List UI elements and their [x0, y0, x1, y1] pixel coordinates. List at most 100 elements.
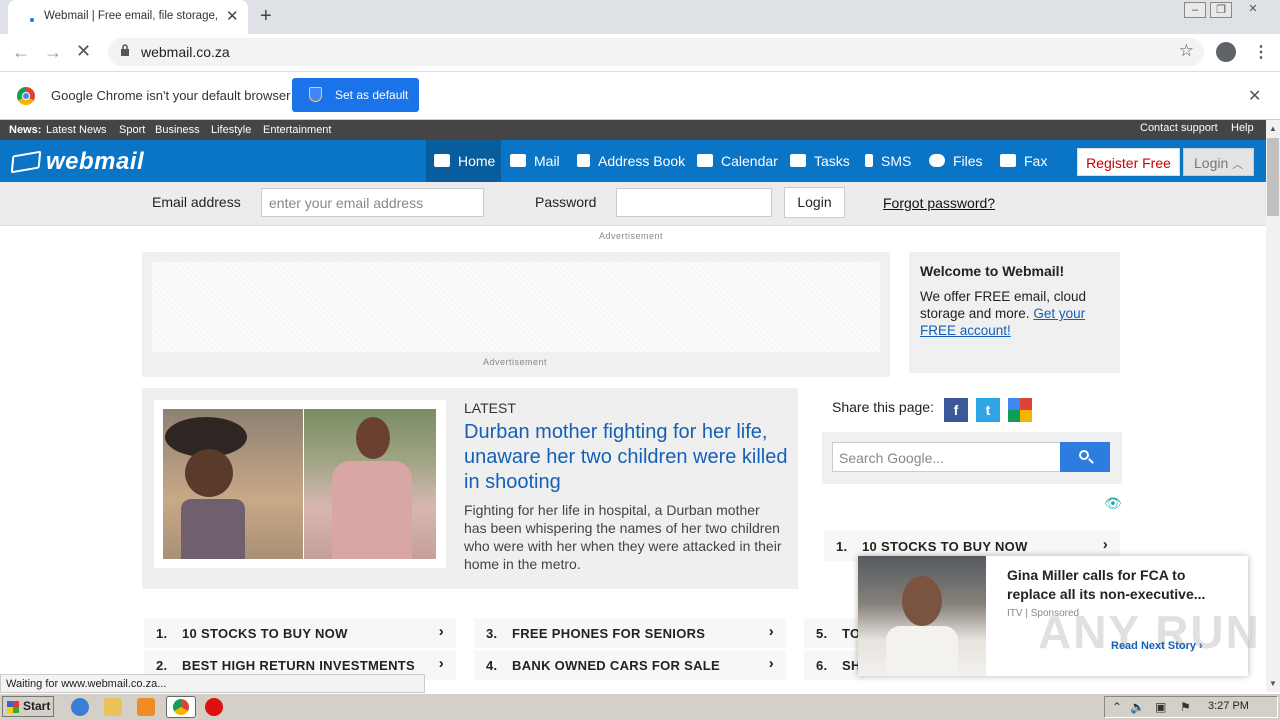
news-photo-boy[interactable]	[304, 409, 436, 559]
calendar-icon	[697, 154, 713, 167]
network-icon[interactable]: ▣	[1155, 700, 1166, 714]
ad-placeholder[interactable]	[152, 262, 880, 352]
profile-icon[interactable]	[1216, 42, 1236, 62]
contact-support-link[interactable]: Contact support	[1140, 122, 1218, 134]
news-link-business[interactable]: Business	[155, 124, 200, 136]
password-field[interactable]	[616, 188, 772, 217]
nav-fax[interactable]: Fax	[992, 140, 1055, 182]
link-number: 3.	[486, 626, 498, 641]
sponsored-link[interactable]: 4. BANK OWNED CARS FOR SALE ›	[474, 650, 786, 680]
nav-sms-label: SMS	[881, 153, 912, 169]
scroll-down-icon[interactable]: ▼	[1269, 679, 1277, 688]
sponsored-link[interactable]: 1. 10 STOCKS TO BUY NOW ›	[144, 618, 456, 648]
logo-text: webmail	[46, 148, 145, 175]
login-submit-button[interactable]: Login	[784, 187, 845, 218]
news-photo-child[interactable]	[163, 409, 303, 559]
news-link-sport[interactable]: Sport	[119, 124, 145, 136]
nav-address-book[interactable]: Address Book	[569, 140, 693, 182]
popup-headline[interactable]: Gina Miller calls for FCA to replace all…	[1007, 566, 1237, 604]
facebook-icon[interactable]: f	[944, 398, 968, 422]
new-tab-button[interactable]: +	[260, 5, 272, 28]
home-icon	[434, 154, 450, 167]
sponsored-link[interactable]: 5. TO	[804, 618, 864, 648]
scrollbar-thumb[interactable]	[1267, 138, 1279, 216]
nav-mail-label: Mail	[534, 153, 560, 169]
opera-icon[interactable]	[205, 698, 223, 716]
scroll-up-icon[interactable]: ▲	[1269, 124, 1277, 133]
news-link-entertainment[interactable]: Entertainment	[263, 124, 331, 136]
ad-caption: Advertisement	[483, 357, 548, 367]
search-google-input[interactable]: Search Google...	[832, 442, 1061, 472]
windows-logo-icon	[7, 701, 19, 713]
news-headline-link[interactable]: Durban mother fighting for her life, una…	[464, 420, 794, 495]
nav-mail[interactable]: Mail	[502, 140, 568, 182]
volume-icon[interactable]: 🔈	[1130, 700, 1145, 714]
search-button[interactable]	[1060, 442, 1110, 472]
chevron-right-icon: ›	[438, 655, 444, 672]
help-link[interactable]: Help	[1231, 122, 1254, 134]
nav-files[interactable]: Files	[921, 140, 991, 182]
url-text: webmail.co.za	[141, 44, 230, 60]
google-plus-icon[interactable]	[1008, 398, 1032, 422]
flag-icon[interactable]: ⚑	[1180, 700, 1191, 714]
chevron-right-icon: ›	[438, 623, 444, 640]
popup-photo[interactable]	[858, 556, 986, 676]
dress-shape	[181, 499, 245, 559]
nav-home[interactable]: Home	[426, 140, 501, 182]
twitter-icon[interactable]: t	[976, 398, 1000, 422]
forgot-password-link[interactable]: Forgot password?	[883, 195, 995, 211]
close-window-button[interactable]: ✕	[1242, 2, 1264, 18]
email-field[interactable]: enter your email address	[261, 188, 484, 217]
link-text: BEST HIGH RETURN INVESTMENTS	[182, 658, 416, 673]
logo-envelope-icon	[10, 150, 42, 174]
nav-calendar[interactable]: Calendar	[689, 140, 786, 182]
menu-icon[interactable]: ⋮	[1253, 42, 1269, 62]
webmail-logo[interactable]: webmail	[10, 148, 145, 176]
ie-icon[interactable]	[71, 698, 89, 716]
tray-arrow-icon[interactable]: ⌃	[1112, 700, 1122, 714]
explorer-icon[interactable]	[104, 698, 122, 716]
media-player-icon[interactable]	[137, 698, 155, 716]
link-number: 5.	[816, 626, 828, 641]
adchoices-icon[interactable]: 👁	[1104, 495, 1122, 512]
sponsored-link[interactable]: 3. FREE PHONES FOR SENIORS ›	[474, 618, 786, 648]
nav-tasks-label: Tasks	[814, 153, 850, 169]
nav-files-label: Files	[953, 153, 983, 169]
news-link-latest[interactable]: Latest News	[46, 124, 107, 136]
nav-tasks[interactable]: Tasks	[782, 140, 858, 182]
phone-icon	[865, 154, 873, 167]
link-number: 1.	[156, 626, 168, 641]
stop-icon[interactable]: ✕	[76, 41, 91, 62]
cloud-icon	[929, 154, 945, 167]
chevron-right-icon: ›	[768, 655, 774, 672]
close-tab-icon[interactable]: ✕	[226, 7, 239, 25]
forward-icon[interactable]: →	[44, 42, 62, 63]
bookmark-star-icon[interactable]: ☆	[1179, 41, 1194, 61]
infobar-close-icon[interactable]: ✕	[1248, 86, 1261, 106]
chrome-logo-icon	[17, 87, 35, 105]
minimize-button[interactable]: –	[1184, 2, 1206, 18]
register-free-button[interactable]: Register Free	[1077, 148, 1180, 176]
infobar-message: Google Chrome isn't your default browser	[51, 88, 291, 103]
nav-sms[interactable]: SMS	[857, 140, 919, 182]
chrome-taskbar-button[interactable]	[166, 696, 196, 718]
clock[interactable]: 3:27 PM	[1208, 700, 1249, 712]
read-next-link[interactable]: Read Next Story ›	[1111, 640, 1203, 652]
address-bar[interactable]: webmail.co.za ☆	[108, 38, 1204, 66]
login-dropdown-button[interactable]: Login ︿	[1183, 148, 1254, 176]
restore-button[interactable]: ❐	[1210, 2, 1232, 18]
set-as-default-button[interactable]: Set as default	[292, 78, 419, 112]
fax-icon	[1000, 154, 1016, 167]
nav-home-label: Home	[458, 153, 496, 169]
news-link-lifestyle[interactable]: Lifestyle	[211, 124, 251, 136]
start-button[interactable]: Start	[2, 696, 54, 717]
face-shape	[902, 576, 942, 626]
password-label: Password	[535, 194, 597, 210]
advertisement-label: Advertisement	[599, 231, 664, 241]
sponsored-link[interactable]: 6. SH	[804, 650, 864, 680]
back-icon[interactable]: ←	[12, 42, 30, 63]
browser-tab[interactable]: Webmail | Free email, file storage, sms …	[8, 0, 248, 34]
link-text: BANK OWNED CARS FOR SALE	[512, 658, 720, 673]
news-label: News:	[9, 124, 42, 136]
shield-icon	[309, 87, 322, 102]
